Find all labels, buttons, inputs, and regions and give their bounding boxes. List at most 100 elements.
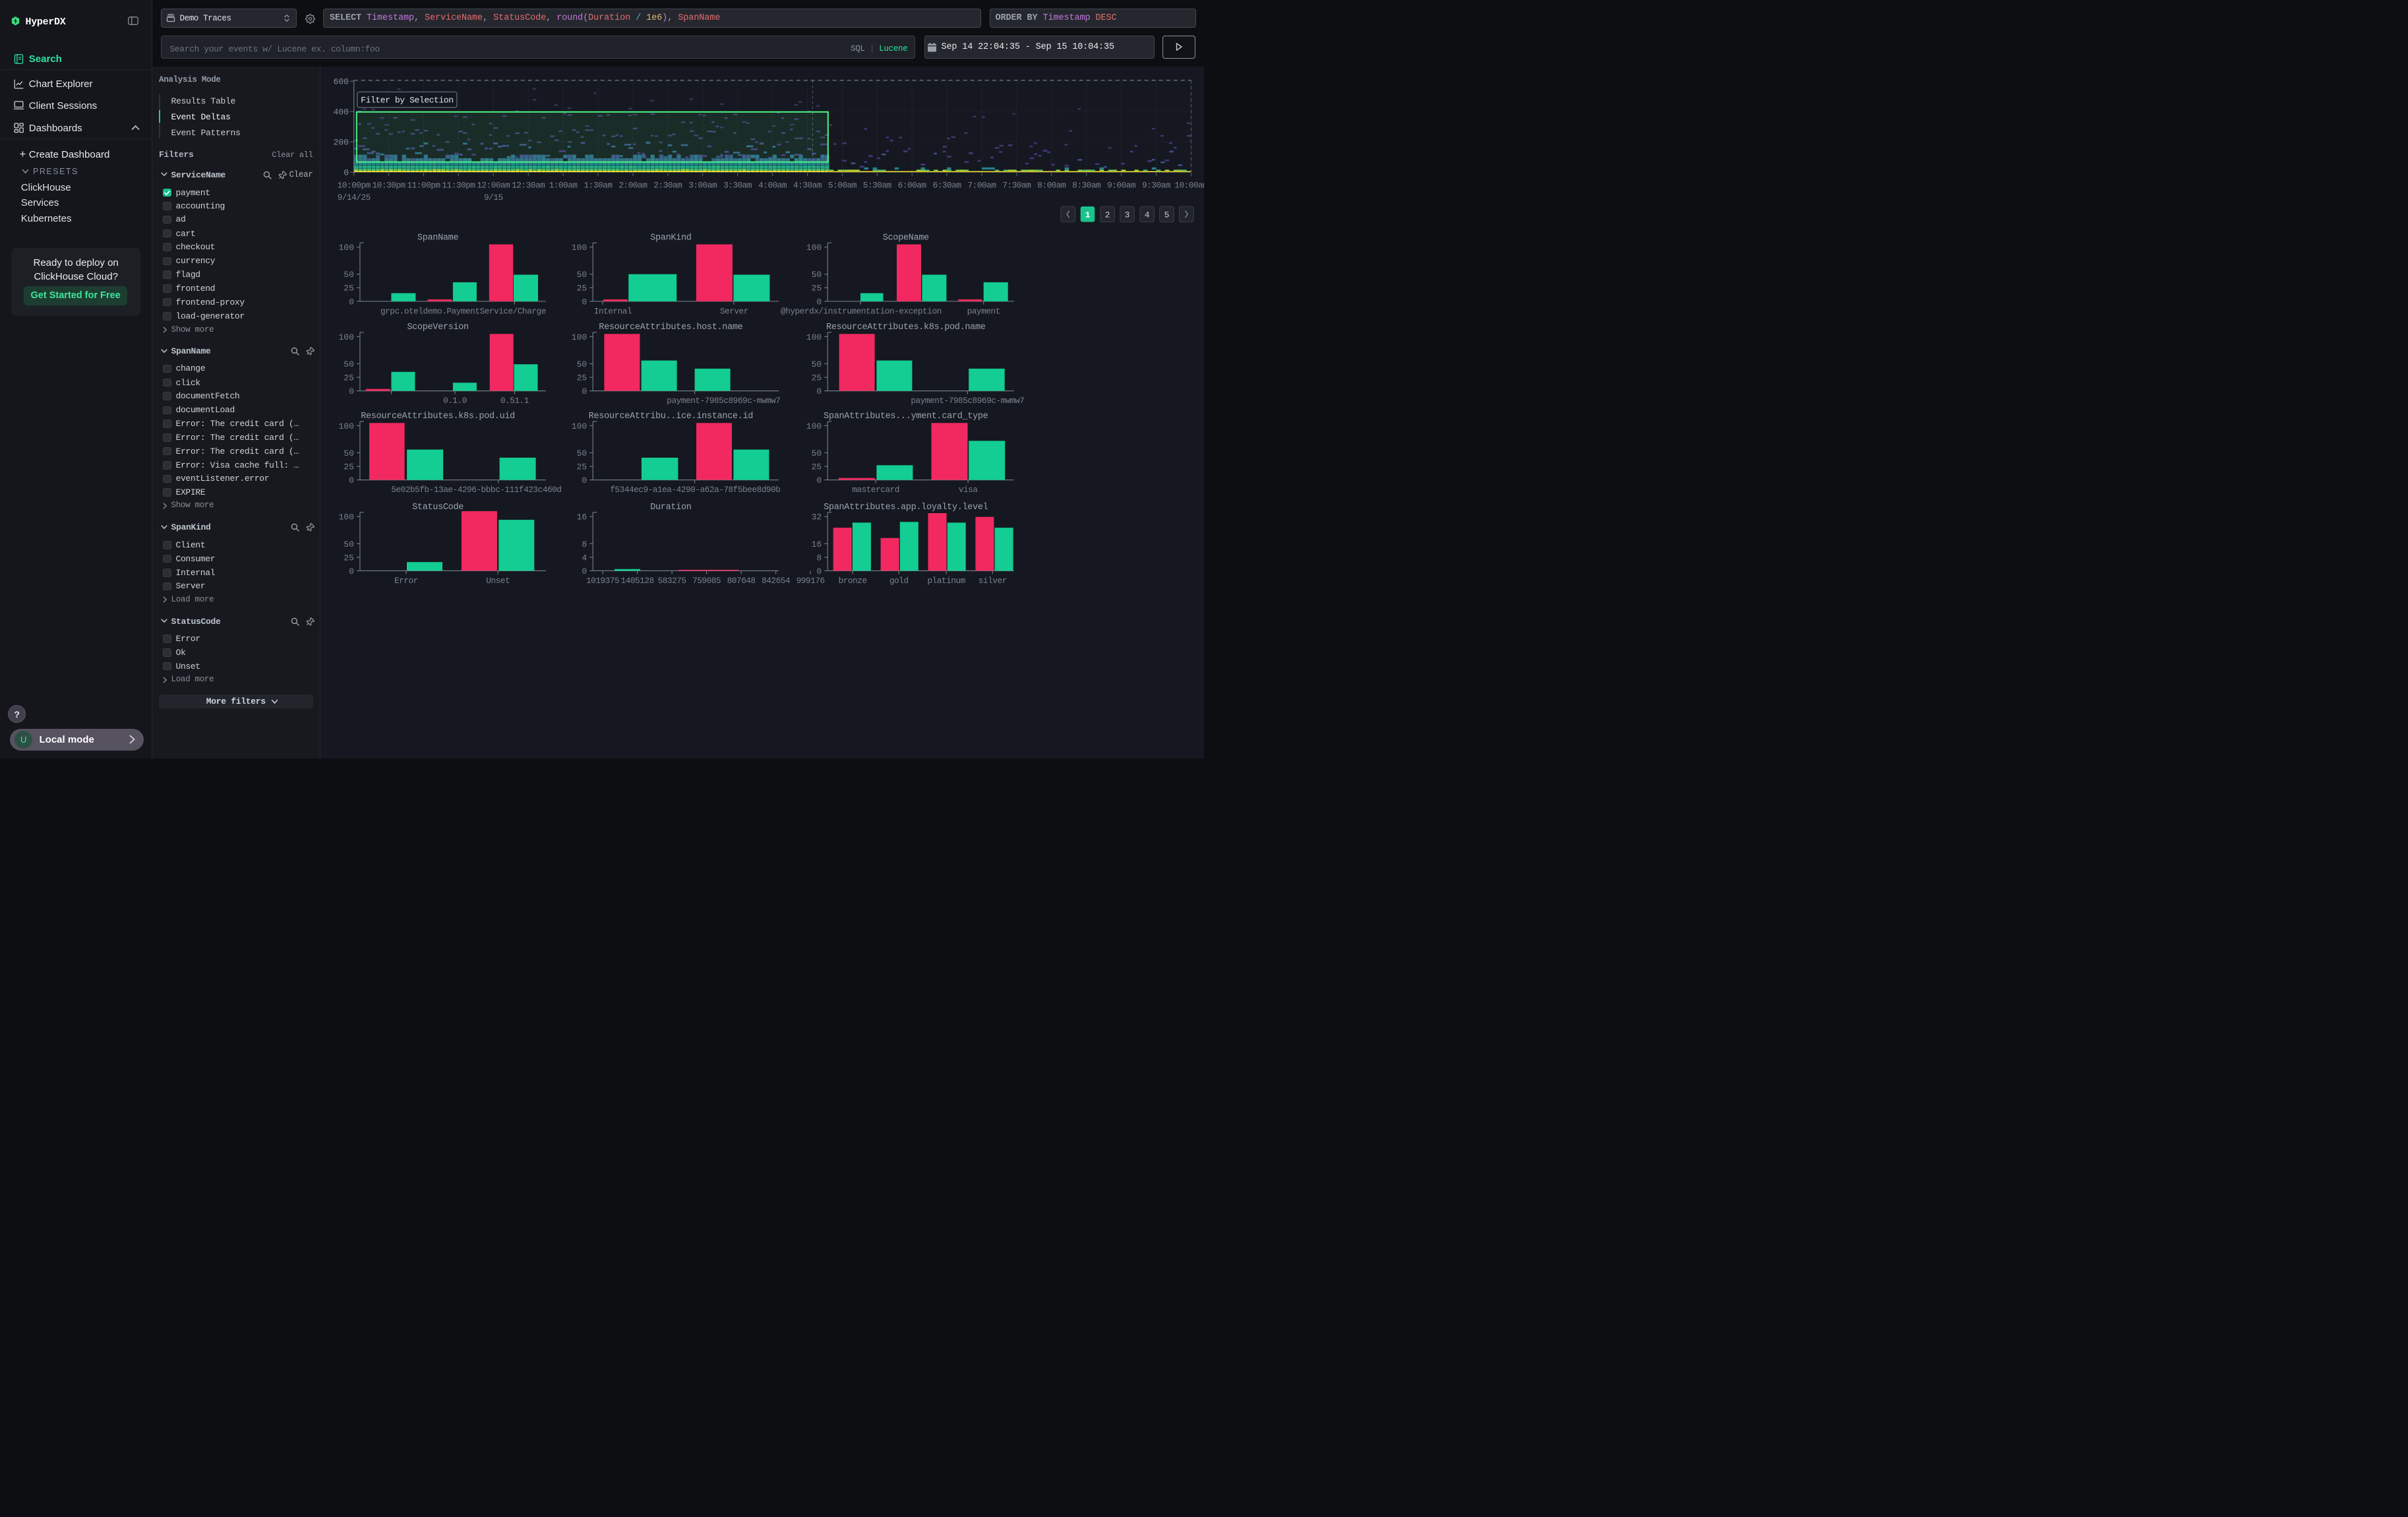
svg-text:f5344ec9-a1ea-4290-a62a-78f5be: f5344ec9-a1ea-4290-a62a-78f5bee8d90b [610,485,780,495]
svg-text:ScopeName: ScopeName [882,233,928,243]
svg-text:600: 600 [333,77,348,86]
svg-text:10:30pm: 10:30pm [372,180,406,190]
svg-text:1:00am: 1:00am [549,180,578,190]
svg-text:0: 0 [582,297,587,307]
svg-text:0: 0 [349,566,354,576]
svg-text:0: 0 [582,476,587,485]
svg-text:3:00am: 3:00am [688,180,717,190]
svg-text:2: 2 [1104,210,1110,220]
svg-text:25: 25 [344,283,354,293]
svg-text:ResourceAttributes.k8s.pod.nam: ResourceAttributes.k8s.pod.name [826,323,986,332]
svg-text:3: 3 [1124,210,1129,220]
svg-text:SpanAttributes...yment.card_ty: SpanAttributes...yment.card_type [824,412,988,421]
svg-text:3:30am: 3:30am [723,180,752,190]
svg-text:payment: payment [967,306,1000,316]
svg-text:0: 0 [816,566,822,576]
svg-text:583275: 583275 [657,575,686,585]
svg-text:25: 25 [811,373,822,383]
svg-text:200: 200 [333,137,348,147]
svg-text:16: 16 [811,539,822,549]
svg-text:100: 100 [338,332,353,342]
svg-text:999176: 999176 [796,575,824,585]
svg-text:Server: Server [719,306,748,316]
svg-text:4: 4 [582,553,587,563]
svg-text:0.1.0: 0.1.0 [443,396,467,406]
svg-text:StatusCode: StatusCode [412,502,464,512]
svg-text:100: 100 [571,332,586,342]
svg-text:9/15: 9/15 [484,193,503,202]
svg-text:759085: 759085 [692,575,721,585]
svg-text:payment-7985c8969c-mwmw7: payment-7985c8969c-mwmw7 [667,396,780,406]
svg-text:1405128: 1405128 [620,575,653,585]
svg-text:25: 25 [344,553,354,563]
svg-text:8: 8 [582,539,587,549]
svg-text:100: 100 [571,243,586,253]
svg-text:5:30am: 5:30am [862,180,891,190]
svg-text:50: 50 [344,449,354,458]
svg-text:100: 100 [806,332,821,342]
svg-text:0: 0 [816,297,822,307]
svg-text:4: 4 [1144,210,1149,220]
svg-text:25: 25 [576,462,587,472]
svg-text:50: 50 [344,270,354,280]
svg-text:25: 25 [576,373,587,383]
svg-text:12:30am: 12:30am [512,180,545,190]
svg-text:SpanKind: SpanKind [650,233,691,243]
svg-text:25: 25 [811,283,822,293]
svg-text:Filter by Selection: Filter by Selection [361,95,453,105]
svg-text:5: 5 [1164,210,1169,220]
svg-text:SpanName: SpanName [417,233,459,243]
svg-text:1: 1 [1085,210,1090,220]
svg-text:silver: silver [978,575,1006,585]
svg-text:5e02b5fb-13ae-4296-bbbc-111f42: 5e02b5fb-13ae-4296-bbbc-111f423c460d [391,485,561,495]
svg-text:1:30am: 1:30am [584,180,613,190]
svg-text:11:00pm: 11:00pm [407,180,440,190]
svg-text:0: 0 [349,297,354,307]
svg-text:9/14/25: 9/14/25 [337,193,370,202]
svg-text:2:30am: 2:30am [653,180,682,190]
svg-text:0: 0 [816,387,822,396]
svg-text:Internal: Internal [593,306,631,316]
svg-text:1019375: 1019375 [586,575,619,585]
svg-text:ResourceAttribu..ice.instance.: ResourceAttribu..ice.instance.id [588,412,752,421]
svg-text:8:00am: 8:00am [1037,180,1066,190]
svg-text:25: 25 [344,373,354,383]
svg-text:7:00am: 7:00am [967,180,996,190]
svg-text:16: 16 [576,512,587,522]
svg-text:payment-7985c8969c-mwmw7: payment-7985c8969c-mwmw7 [911,396,1024,406]
svg-text:0.51.1: 0.51.1 [500,396,529,406]
svg-text:9:00am: 9:00am [1107,180,1136,190]
svg-text:100: 100 [338,512,353,522]
svg-text:mastercard: mastercard [852,485,899,495]
svg-text:100: 100 [806,243,821,253]
svg-text:12:00am: 12:00am [477,180,510,190]
svg-text:100: 100 [571,421,586,431]
svg-text:7:30am: 7:30am [1002,180,1031,190]
svg-text:25: 25 [811,462,822,472]
svg-text:50: 50 [811,449,822,458]
svg-text:2:00am: 2:00am [618,180,647,190]
svg-text:100: 100 [806,421,821,431]
svg-text:10:00pm: 10:00pm [337,180,371,190]
svg-text:400: 400 [333,107,348,117]
svg-text:0: 0 [582,387,587,396]
svg-text:5:00am: 5:00am [828,180,857,190]
svg-text:bronze: bronze [838,575,866,585]
svg-text:gold: gold [889,575,908,585]
svg-text:8:30am: 8:30am [1072,180,1101,190]
svg-text:100: 100 [338,243,353,253]
svg-text:32: 32 [811,512,822,522]
svg-text:6:30am: 6:30am [932,180,961,190]
svg-text:25: 25 [344,462,354,472]
svg-text:50: 50 [344,539,354,549]
svg-text:50: 50 [576,270,587,280]
svg-text:ResourceAttributes.host.name: ResourceAttributes.host.name [599,323,742,332]
svg-text:platinum: platinum [927,575,965,585]
svg-text:100: 100 [338,421,353,431]
svg-text:10:00am: 10:00am [1174,180,1204,190]
svg-text:50: 50 [811,270,822,280]
svg-text:50: 50 [576,449,587,458]
svg-text:@hyperdx/instrumentation-excep: @hyperdx/instrumentation-exception [781,306,942,316]
svg-text:visa: visa [958,485,978,495]
svg-text:4:00am: 4:00am [758,180,787,190]
